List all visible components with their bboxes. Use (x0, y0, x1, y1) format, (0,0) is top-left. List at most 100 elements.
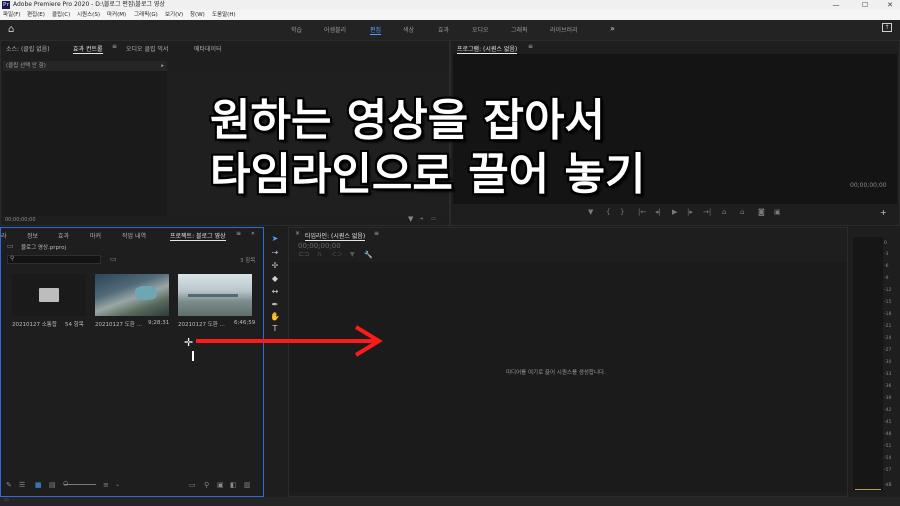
project-search-input[interactable]: ⚲ (7, 255, 101, 264)
pen-tool-icon[interactable]: ✒ (269, 300, 281, 310)
new-bin-footer-icon[interactable]: ▭ (189, 481, 196, 489)
effect-controls-area (3, 71, 167, 216)
project-panel-header: 라 정보 효과 마커 작업 내역 프로젝트: 블로그 영상 ≡ » (1, 228, 263, 241)
linked-selection-icon[interactable]: ⊂⊃ (332, 251, 342, 258)
list-view-icon[interactable]: ☰ (19, 481, 25, 489)
tab-timeline[interactable]: 타임라인: (시퀀스 없음) (305, 231, 366, 241)
workspace-libraries[interactable]: 라이브러리 (550, 25, 578, 34)
sort-dropdown-icon[interactable]: ⌄ (115, 481, 120, 488)
timeline-menu-icon[interactable]: ≡ (374, 230, 379, 237)
menu-view[interactable]: 보기(V) (165, 10, 183, 20)
clip-thumbnail-2[interactable] (178, 274, 252, 316)
ripple-edit-tool-icon[interactable]: ✢ (269, 261, 281, 271)
project-panel: 라 정보 효과 마커 작업 내역 프로젝트: 블로그 영상 ≡ » ▭ 블로그 … (0, 227, 264, 497)
tab-history[interactable]: 작업 내역 (122, 231, 146, 240)
tab-audio-clip-mixer[interactable]: 오디오 클립 믹서 (126, 44, 168, 53)
razor-tool-icon[interactable]: ◆ (269, 274, 281, 284)
zoom-slider[interactable] (64, 484, 96, 485)
program-add-button-icon[interactable]: + (880, 208, 887, 217)
hand-tool-icon[interactable]: ✋ (269, 312, 281, 322)
play-only-icon[interactable]: ▭ (431, 216, 436, 222)
tab-effect-controls[interactable]: 효과 컨트롤 (73, 44, 103, 54)
menu-help[interactable]: 도움말(H) (212, 10, 236, 20)
add-marker-timeline-icon[interactable]: ▼ (350, 251, 355, 258)
workspace-audio[interactable]: 오디오 (472, 25, 489, 34)
title-bar: Pr Adobe Premiere Pro 2020 - D:\블로그 편집\블… (0, 0, 900, 10)
timeline-drop-area[interactable] (289, 262, 847, 492)
new-bin-icon[interactable]: ▭ (110, 255, 117, 263)
status-icon: ▭ (4, 497, 9, 503)
insert-nest-icon[interactable]: ⊏⊐ (299, 251, 309, 258)
comparison-view-icon[interactable]: ▣ (774, 208, 781, 216)
selection-tool-icon[interactable]: ➤ (269, 234, 281, 244)
workspace-editing[interactable]: 편집 (370, 25, 382, 35)
share-icon[interactable]: ↑ (882, 23, 892, 32)
panel-menu-icon[interactable]: ≡ (112, 43, 117, 50)
bin-thumbnail[interactable] (12, 274, 86, 316)
trash-icon[interactable]: ▥ (244, 481, 251, 489)
filter-icon[interactable]: ▼ (408, 215, 413, 223)
wrench-icon[interactable]: 🔧 (364, 251, 373, 259)
timeline-close-icon[interactable]: × (295, 230, 300, 237)
go-to-out-icon[interactable]: →| (703, 208, 711, 216)
step-back-icon[interactable]: ◂| (655, 208, 661, 216)
tab-program[interactable]: 프로그램: (시퀀스 없음) (457, 44, 518, 54)
go-to-in-icon[interactable]: |← (638, 208, 646, 216)
play-icon[interactable]: ▶ (672, 208, 677, 216)
sort-icon[interactable]: ≡ (103, 481, 109, 489)
no-clip-label: (클립 선택 안 함) (6, 63, 46, 69)
tab-source[interactable]: 소스: (클립 없음) (6, 44, 50, 53)
snap-icon[interactable]: ∩ (317, 251, 321, 258)
railing-shape (188, 294, 238, 297)
pen-icon[interactable]: ✎ (6, 481, 12, 489)
close-button[interactable]: ✕ (880, 0, 900, 10)
workspace-graphics[interactable]: 그래픽 (511, 25, 528, 34)
menu-clip[interactable]: 클립(C) (52, 10, 70, 20)
add-marker-icon[interactable]: ▼ (588, 208, 593, 216)
minimize-button[interactable]: — (826, 0, 846, 10)
tab-libraries[interactable]: 라 (1, 231, 7, 240)
workspace-effects[interactable]: 효과 (438, 25, 449, 34)
workspace-color[interactable]: 색상 (403, 25, 414, 34)
track-select-tool-icon[interactable]: ⇢ (269, 248, 281, 258)
overlay-line-1: 원하는 영상을 잡아서 (210, 95, 605, 146)
menu-file[interactable]: 파일(F) (3, 10, 21, 20)
menu-marker[interactable]: 마커(M) (107, 10, 126, 20)
slip-tool-icon[interactable]: ↔ (269, 287, 281, 297)
export-icon[interactable]: ⇥ (419, 216, 423, 222)
workspace-assembly[interactable]: 어셈블리 (324, 25, 346, 34)
menu-edit[interactable]: 편집(E) (27, 10, 45, 20)
mark-in-icon[interactable]: { (606, 208, 610, 216)
lift-icon[interactable]: ⌂ (722, 208, 726, 216)
project-more-icon[interactable]: » (251, 230, 255, 237)
menu-window[interactable]: 창(W) (190, 10, 205, 20)
mark-out-icon[interactable]: } (620, 208, 624, 216)
window-title: Adobe Premiere Pro 2020 - D:\블로그 편집\블로그 … (13, 1, 165, 8)
step-forward-icon[interactable]: |▸ (687, 208, 693, 216)
extract-icon[interactable]: ⌂ (740, 208, 744, 216)
maximize-button[interactable]: ☐ (855, 0, 875, 10)
clip-thumbnail-1[interactable] (95, 274, 169, 316)
tab-metadata[interactable]: 메타데이터 (194, 44, 222, 53)
export-frame-icon[interactable]: ◙ (758, 208, 765, 216)
tab-project[interactable]: 프로젝트: 블로그 영상 (170, 231, 226, 241)
search-icon: ⚲ (10, 255, 15, 262)
expand-arrow-icon[interactable]: ▸ (161, 61, 164, 71)
tab-effects[interactable]: 효과 (58, 231, 69, 240)
workspace-learning[interactable]: 학습 (291, 25, 302, 34)
new-item-icon[interactable]: ▣ (217, 481, 224, 489)
icon-view-icon[interactable]: ▦ (35, 481, 42, 489)
clear-icon[interactable]: ◧ (230, 481, 237, 489)
tab-markers[interactable]: 마커 (90, 231, 101, 240)
zoom-slider-handle[interactable]: ○ (63, 480, 68, 487)
menu-graphics[interactable]: 그래픽(G) (134, 10, 158, 20)
meter-label-54: -54 (884, 456, 892, 461)
project-menu-icon[interactable]: ≡ (236, 230, 241, 237)
find-icon[interactable]: ⚲ (204, 481, 209, 489)
more-workspaces-icon[interactable]: » (610, 24, 615, 33)
tab-info[interactable]: 정보 (27, 231, 38, 240)
freeform-view-icon[interactable]: ▤ (49, 481, 56, 489)
menu-sequence[interactable]: 시퀀스(S) (77, 10, 100, 20)
program-menu-icon[interactable]: ≡ (528, 43, 533, 50)
home-icon[interactable]: ⌂ (8, 24, 14, 35)
